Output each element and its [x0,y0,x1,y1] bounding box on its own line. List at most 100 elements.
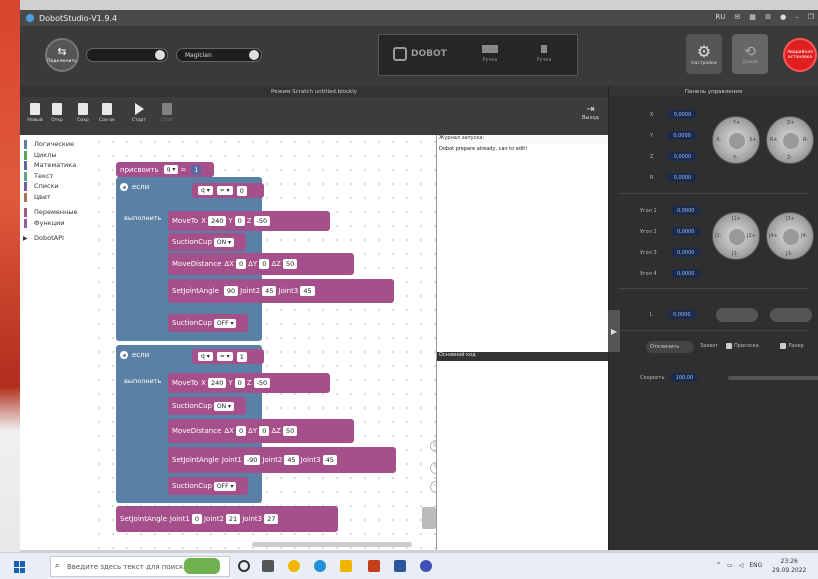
category-loops[interactable]: Циклы [20,150,92,161]
z-value[interactable]: -50 [253,378,271,388]
mutator-gear-icon[interactable] [120,183,128,191]
laser-checkbox[interactable]: Лазер [780,343,804,349]
setjointangle-block[interactable]: SetJointAngle Joint1 -90 Joint2 45 Joint3 4… [168,447,396,473]
settings-button[interactable]: ⚙ Настройки [686,34,722,74]
color-icon[interactable]: ● [780,13,786,21]
z-value[interactable]: -50 [253,216,271,226]
end-tool-indicator[interactable]: Ручка [475,45,505,63]
language-indicator[interactable]: ENG [749,562,762,569]
category-variables[interactable]: Переменные [20,207,92,218]
suction-state-dropdown[interactable]: OFF ▾ [213,318,237,328]
cortana-icon[interactable] [238,560,250,572]
cond-op-dropdown[interactable]: = ▾ [216,186,233,195]
joint3-value[interactable]: 45 [322,455,337,465]
dy-value[interactable]: 0 [259,426,270,436]
cond-var-dropdown[interactable]: q ▾ [198,352,213,361]
port-select[interactable] [86,48,168,62]
home-button[interactable]: ⟲ Домой [732,34,768,74]
network-icon[interactable]: ▭ [727,562,733,569]
cond-var-dropdown[interactable]: q ▾ [198,186,213,195]
var-dropdown[interactable]: q ▾ [163,165,179,174]
word-icon[interactable] [394,560,406,572]
save-as-button[interactable]: Сох-ак [98,103,116,129]
maximize-icon[interactable]: ❐ [808,13,814,21]
edge-icon[interactable] [314,560,326,572]
joint2-value[interactable]: 45 [284,455,299,465]
suction-state-dropdown[interactable]: ON ▾ [213,401,235,411]
moveto-block[interactable]: MoveTo X 240 Y 0Z -50 [168,373,330,393]
joint3-value[interactable]: 27 [264,514,279,524]
movedistance-block[interactable]: MoveDistance ΔX 0 ΔY 0 ΔZ 50 [168,419,354,443]
category-functions[interactable]: Функции [20,218,92,229]
suction-state-dropdown[interactable]: OFF ▾ [213,481,237,491]
y-value[interactable]: 0 [234,216,245,226]
task-view-icon[interactable] [262,560,274,572]
category-logic[interactable]: Логические [20,139,92,150]
assign-value[interactable]: 1 [191,164,202,175]
stop-button[interactable]: Стоп [158,103,176,129]
cond-value[interactable]: 0 [236,185,247,196]
suction-off-block[interactable]: SuctionCup OFF ▾ [168,314,248,332]
j3j4-jog-wheel[interactable]: J3+ J4+ J4- J3- [766,212,814,260]
powerpoint-icon[interactable] [368,560,380,572]
joint1-value[interactable]: -90 [243,455,261,465]
horizontal-scrollbar[interactable] [252,542,412,547]
y-value[interactable]: 0 [234,378,245,388]
joint3-value[interactable]: 45 [300,286,315,296]
exit-button[interactable]: ⇥ Выход [582,104,599,121]
moveto-block[interactable]: MoveTo X 240 Y 0Z -50 [168,211,330,231]
suction-checkbox[interactable]: Присоска [726,343,759,349]
xy-jog-wheel[interactable]: Y+ X- X+ Y- [712,116,760,164]
speed-slider[interactable] [728,376,818,380]
speed-value[interactable]: 100,00 [670,373,699,382]
x-value[interactable]: 240 [207,216,227,226]
disconnect-tool-toggle[interactable]: Отключить [646,341,694,353]
joint2-value[interactable]: 21 [225,514,241,524]
condition-block[interactable]: q ▾ = ▾ 0 [192,183,264,198]
emergency-stop-button[interactable]: Аварийная остановка [783,38,817,72]
zr-jog-wheel[interactable]: Z+ R+ R- Z- [766,116,814,164]
assign-block[interactable]: присвоить q ▾ = 1 [116,162,214,177]
suction-state-dropdown[interactable]: ON ▾ [213,237,235,247]
device-select[interactable]: Magician [176,48,262,62]
start-button[interactable]: Старт [130,103,148,129]
trash-icon[interactable] [422,507,436,529]
category-text[interactable]: Текст [20,171,92,182]
gear-icon[interactable]: ⚙ [765,13,771,21]
suction-on-block[interactable]: SuctionCup ON ▾ [168,397,246,415]
save-button[interactable]: Сохр [74,103,92,129]
cond-op-dropdown[interactable]: = ▾ [216,352,233,361]
dz-value[interactable]: 50 [282,426,298,436]
x-value[interactable]: 240 [207,378,227,388]
mode-indicator[interactable]: Ручка [529,45,559,63]
dx-value[interactable]: 0 [235,426,247,436]
yandex-browser-icon[interactable] [288,560,300,572]
gripper-checkbox[interactable]: Захват [700,343,718,349]
connect-button[interactable]: ⇆ Подключить [45,38,79,72]
joint1-value[interactable]: 90 [223,286,239,296]
minimize-icon[interactable]: – [795,13,799,21]
clock[interactable]: 23:26 29.09.2022 [772,557,806,575]
volume-icon[interactable]: ◁ [739,562,744,569]
setjointangle-block[interactable]: SetJointAngle 90 Joint2 45 Joint3 45 [168,279,394,303]
category-dobotapi[interactable]: ▶ DobotAPI [20,233,92,244]
suction-off-block[interactable]: SuctionCup OFF ▾ [168,477,248,495]
language-icon[interactable]: RU [715,13,725,21]
category-lists[interactable]: Списки [20,181,92,192]
j1j2-jog-wheel[interactable]: J1+ J2- J2+ J1- [712,212,760,260]
file-explorer-icon[interactable] [340,560,352,572]
blockly-workspace[interactable]: присвоить q ▾ = 1 если q ▾ = ▾ 0 выполни… [92,135,436,550]
joint1-value[interactable]: 0 [191,514,202,524]
new-button[interactable]: Новый [26,103,44,129]
suction-on-block[interactable]: SuctionCup ON ▾ [168,233,246,251]
tile-icon[interactable]: ▦ [749,13,756,21]
setjointangle-final-block[interactable]: SetJointAngle Joint1 0 Joint2 21 Joint3 27 [116,506,338,532]
mail-icon[interactable]: ✉ [734,13,740,21]
weather-widget-icon[interactable] [184,558,220,574]
category-math[interactable]: Математика [20,160,92,171]
mutator-gear-icon[interactable] [120,351,128,359]
l-plus-button[interactable] [770,308,812,322]
collapse-panel-button[interactable]: ▶ [608,310,620,352]
tray-chevron-icon[interactable]: ^ [716,562,721,569]
category-color[interactable]: Цвет [20,192,92,203]
